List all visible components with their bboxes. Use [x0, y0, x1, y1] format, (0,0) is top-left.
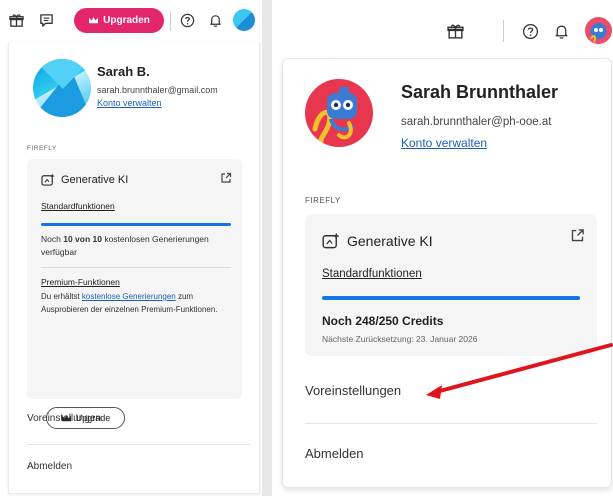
credits-progress-bar — [322, 296, 580, 300]
profile-name: Sarah Brunnthaler — [401, 82, 559, 102]
card-title-label: Generative KI — [347, 232, 433, 249]
generative-ai-card: Generative KI Standardfunktionen Noch 24… — [305, 214, 597, 356]
credits-text: Noch 10 von 10 kostenlosen Generierungen… — [41, 233, 236, 259]
preferences-menu-item[interactable]: Voreinstellungen — [27, 413, 101, 424]
right-topbar — [272, 0, 613, 58]
bell-icon[interactable] — [205, 10, 225, 30]
sign-out-menu-item[interactable]: Abmelden — [27, 461, 72, 472]
credits-progress-bar — [41, 223, 231, 226]
profile-email: sarah.brunnthaler@gmail.com — [97, 85, 218, 95]
credits-text: Noch 248/250 Credits — [322, 314, 444, 328]
left-topbar: Upgraden — [0, 0, 262, 42]
gift-icon[interactable] — [444, 20, 466, 42]
generative-ai-icon — [41, 173, 55, 186]
topbar-divider — [503, 20, 504, 42]
comparison-stage: Upgraden Sarah B. sarah.brunnthaler@gmai… — [0, 0, 613, 496]
section-label: FIREFLY — [27, 145, 57, 152]
topbar-divider — [170, 11, 171, 31]
bell-icon[interactable] — [550, 20, 572, 42]
upgrade-pill-button[interactable]: Upgraden — [74, 8, 164, 33]
crown-icon — [89, 16, 99, 24]
external-link-icon[interactable] — [220, 171, 232, 189]
standard-features-link[interactable]: Standardfunktionen — [322, 268, 422, 280]
avatar[interactable] — [585, 17, 612, 44]
card-title: Generative KI — [41, 173, 128, 186]
account-menu: Sarah B. sarah.brunnthaler@gmail.com Kon… — [8, 42, 260, 494]
generative-ai-icon — [322, 232, 340, 249]
premium-text-pre: Du erhältst — [41, 292, 82, 301]
manage-account-link[interactable]: Konto verwalten — [401, 136, 487, 150]
upgrade-pill-label: Upgraden — [103, 15, 150, 26]
card-divider — [41, 267, 231, 268]
credits-text-pre: Noch — [41, 234, 64, 244]
card-title: Generative KI — [322, 232, 433, 249]
gift-icon[interactable] — [6, 10, 26, 30]
credits-count: 10 von 10 — [63, 234, 102, 244]
preferences-menu-item[interactable]: Voreinstellungen — [305, 383, 401, 398]
profile-name: Sarah B. — [97, 64, 150, 79]
menu-divider — [27, 444, 250, 445]
standard-features-link[interactable]: Standardfunktionen — [41, 201, 115, 211]
chat-icon[interactable] — [36, 10, 56, 30]
profile-email: sarah.brunnthaler@ph-ooe.at — [401, 116, 552, 128]
left-panel: Upgraden Sarah B. sarah.brunnthaler@gmai… — [0, 0, 262, 496]
external-link-icon[interactable] — [570, 228, 585, 248]
manage-account-link[interactable]: Konto verwalten — [97, 98, 162, 108]
generative-ai-card: Generative KI Standardfunktionen Noch 10… — [27, 159, 242, 429]
sign-out-menu-item[interactable]: Abmelden — [305, 446, 364, 461]
account-menu: Sarah Brunnthaler sarah.brunnthaler@ph-o… — [282, 58, 612, 488]
premium-description: Du erhältst kostenlose Generierungen zum… — [41, 290, 236, 316]
card-title-label: Generative KI — [61, 173, 129, 186]
right-panel: Sarah Brunnthaler sarah.brunnthaler@ph-o… — [272, 0, 613, 496]
next-reset-text: Nächste Zurücksetzung: 23. Januar 2026 — [322, 334, 478, 344]
section-label: FIREFLY — [305, 196, 341, 205]
help-icon[interactable] — [519, 20, 541, 42]
profile-avatar — [33, 59, 91, 117]
help-icon[interactable] — [177, 10, 197, 30]
free-generations-link[interactable]: kostenlose Generierungen — [82, 292, 176, 301]
avatar[interactable] — [233, 9, 255, 31]
profile-avatar — [305, 79, 373, 147]
menu-divider — [305, 423, 597, 424]
premium-features-link[interactable]: Premium-Funktionen — [41, 277, 120, 287]
